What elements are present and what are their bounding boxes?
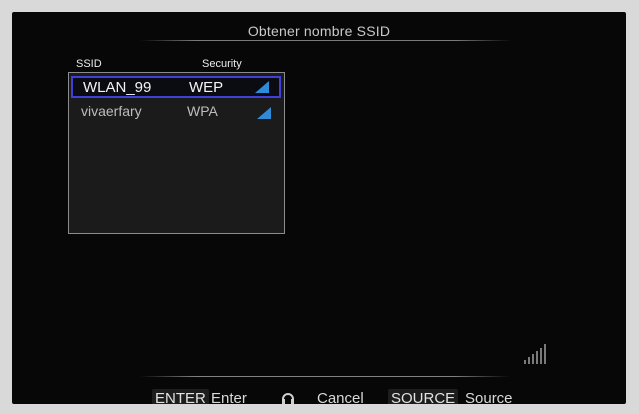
network-security: WEP [189,78,224,96]
cancel-label: Cancel [317,390,364,404]
column-header-security: Security [202,58,242,70]
footer-divider [140,376,510,377]
source-key[interactable]: SOURCE [388,389,459,404]
network-row[interactable]: WLAN_99 WEP [71,76,281,98]
signal-icon [257,107,271,119]
page-title: Obtener nombre SSID [247,23,391,39]
source-label: Source [465,390,513,404]
enter-key[interactable]: ENTER [152,389,209,404]
enter-label: Enter [211,390,247,404]
signal-strength-icon [524,344,546,364]
tv-screen: Obtener nombre SSID SSID Security WLAN_9… [12,12,626,404]
network-ssid: WLAN_99 [83,78,152,96]
return-arrow-icon[interactable] [280,390,296,404]
signal-icon [255,81,269,93]
network-ssid: vivaerfary [81,103,142,119]
title-divider [140,40,512,41]
column-header-ssid: SSID [76,58,102,70]
network-security: WPA [187,103,218,119]
network-row[interactable]: vivaerfary WPA [71,100,281,122]
ssid-list: WLAN_99 WEP vivaerfary WPA [68,72,285,234]
footer-controls: ENTER Enter Cancel SOURCE Source [12,389,626,404]
